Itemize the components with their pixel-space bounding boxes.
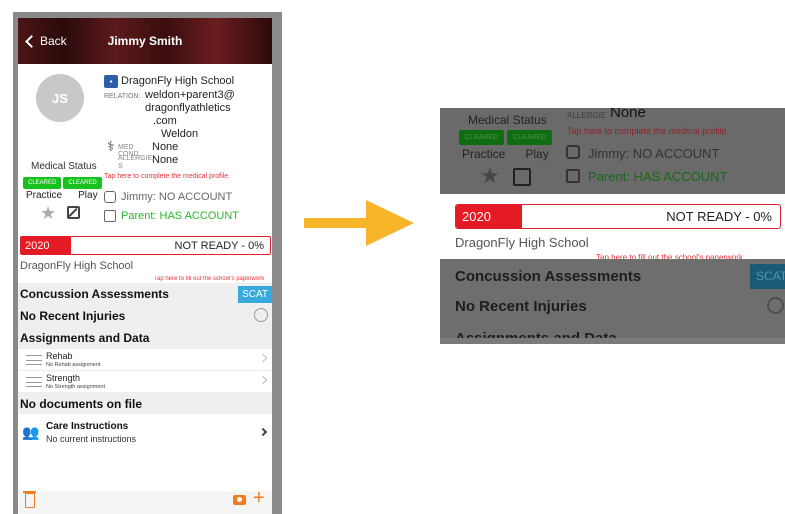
athlete-account-status: Jimmy: NO ACCOUNT xyxy=(121,191,233,203)
assignments-title: Assignments and Data xyxy=(20,331,150,345)
play-status-badge: CLEARED xyxy=(63,177,102,189)
allergies-label: ALLERGIE S xyxy=(118,155,153,170)
scat-button[interactable]: SCAT xyxy=(750,264,785,289)
phone-frame: Back Jimmy Smith JS ▪ DragonFly High Sch… xyxy=(13,12,282,514)
school-paperwork-link[interactable]: Tap here to fill out the school's paperw… xyxy=(596,253,743,259)
camera-icon[interactable] xyxy=(233,495,246,505)
care-title: Care Instructions xyxy=(46,421,129,432)
timer-icon[interactable] xyxy=(254,308,268,322)
parent-account-status: Parent: HAS ACCOUNT xyxy=(121,210,239,222)
play-label: Play xyxy=(78,190,98,201)
clearance-labels: Practice Play xyxy=(462,147,549,161)
edit-icon[interactable] xyxy=(513,168,531,186)
allergies-label: ALLERGIE xyxy=(567,111,607,120)
concussion-section-header: Concussion Assessments SCAT xyxy=(18,283,272,305)
concussion-title: Concussion Assessments xyxy=(20,287,169,301)
relation-line: weldon+parent3@ xyxy=(145,89,235,101)
avatar[interactable]: JS xyxy=(36,74,84,122)
page-title: Jimmy Smith xyxy=(107,34,183,48)
relation-line: .com xyxy=(153,115,177,127)
page: Back Jimmy Smith JS ▪ DragonFly High Sch… xyxy=(0,0,785,514)
arrow-icon xyxy=(304,200,414,246)
care-instructions-row[interactable]: 👥 Care Instructions No current instructi… xyxy=(18,414,272,450)
menu-lines-icon xyxy=(26,355,42,365)
panel-edge xyxy=(440,338,785,344)
athlete-account-status: Jimmy: NO ACCOUNT xyxy=(588,146,720,161)
assignment-row-rehab[interactable]: Rehab No Rehab assignment xyxy=(18,349,272,371)
injuries-section-header: No Recent Injuries xyxy=(18,305,272,327)
readiness-progress-bar[interactable]: 2020 NOT READY - 0% xyxy=(455,204,781,229)
clearance-labels: Practice Play xyxy=(26,190,106,201)
complete-medical-profile-link[interactable]: Tap here to complete the medical profile… xyxy=(104,173,230,180)
clearance-badges: CLEARED CLEARED xyxy=(23,177,102,189)
practice-label: Practice xyxy=(462,147,506,161)
star-icon[interactable]: ★ xyxy=(40,203,56,224)
relation-line: Weldon xyxy=(161,128,199,140)
readiness-status: NOT READY - 0% xyxy=(174,240,264,252)
relation-value: weldon+parent3@ dragonflyathletics .com … xyxy=(145,89,235,141)
menu-lines-icon xyxy=(26,377,42,387)
documents-title: No documents on file xyxy=(20,397,143,411)
nav-bar: Back Jimmy Smith xyxy=(18,18,272,64)
care-people-icon: 👥 xyxy=(22,424,40,440)
relation-line: dragonflyathletics xyxy=(145,102,231,114)
readiness-year: 2020 xyxy=(25,240,50,252)
plus-icon[interactable]: + xyxy=(253,488,265,508)
school-name: DragonFly High School xyxy=(121,75,235,87)
caduceus-icon: ⚕ xyxy=(107,138,115,154)
relation-label: RELATION: xyxy=(104,93,141,100)
allergies-value: None xyxy=(610,108,646,121)
documents-section-header: No documents on file xyxy=(18,393,272,414)
phone-screen: Back Jimmy Smith JS ▪ DragonFly High Sch… xyxy=(18,18,272,514)
zoomed-detail-panel: Medical Status ALLERGIE None Tap here to… xyxy=(440,108,785,344)
assignment-subtitle: No Rehab assignment xyxy=(46,362,101,368)
school-paperwork-link[interactable]: Tap here to fill out the school's paperw… xyxy=(154,276,272,282)
trash-icon[interactable] xyxy=(23,491,36,508)
chevron-right-icon xyxy=(258,375,268,385)
practice-status-badge: CLEARED xyxy=(459,130,505,145)
phone-icon xyxy=(104,191,116,203)
injuries-title: No Recent Injuries xyxy=(20,309,126,323)
care-subtitle: No current instructions xyxy=(46,434,137,444)
phone-icon xyxy=(566,145,580,159)
phone-icon xyxy=(104,210,116,222)
zoomed-highlight: 2020 NOT READY - 0% DragonFly High Schoo… xyxy=(440,194,785,259)
bottom-toolbar: + xyxy=(18,488,272,514)
zoomed-dimmed-header: Medical Status ALLERGIE None Tap here to… xyxy=(440,108,785,194)
school-line: DragonFly High School xyxy=(455,235,589,250)
clearance-badges: CLEARED CLEARED xyxy=(459,130,553,145)
readiness-year: 2020 xyxy=(462,209,491,224)
scat-button[interactable]: SCAT xyxy=(238,286,272,303)
school-line: DragonFly High School xyxy=(20,260,134,272)
assignment-row-strength[interactable]: Strength No Strength assignment xyxy=(18,371,272,393)
readiness-progress-bar[interactable]: 2020 NOT READY - 0% xyxy=(20,236,271,255)
allergies-value: None xyxy=(152,154,179,166)
medical-status-label: Medical Status xyxy=(31,161,97,172)
assignments-section-header: Assignments and Data xyxy=(18,327,272,349)
practice-label: Practice xyxy=(26,190,63,201)
play-label: Play xyxy=(525,147,549,161)
assignment-title: Rehab xyxy=(46,351,73,361)
practice-status-badge: CLEARED xyxy=(23,177,62,189)
play-status-badge: CLEARED xyxy=(507,130,553,145)
edit-icon[interactable] xyxy=(67,206,80,219)
chevron-right-icon xyxy=(258,353,268,363)
timer-icon[interactable] xyxy=(767,297,784,314)
parent-account-status: Parent: HAS ACCOUNT xyxy=(588,169,728,184)
assignment-title: Strength xyxy=(46,373,81,383)
assignment-subtitle: No Strength assignment xyxy=(46,384,106,390)
injuries-title: No Recent Injuries xyxy=(455,298,587,315)
complete-medical-profile-link[interactable]: Tap here to complete the medical profile… xyxy=(567,126,729,136)
concussion-title: Concussion Assessments xyxy=(455,268,642,285)
medical-status-label: Medical Status xyxy=(468,113,547,127)
med-cond-value: None xyxy=(152,141,179,153)
phone-icon xyxy=(566,169,580,183)
readiness-status: NOT READY - 0% xyxy=(666,209,772,224)
chevron-right-icon xyxy=(258,427,268,437)
star-icon[interactable]: ★ xyxy=(480,163,500,189)
school-icon: ▪ xyxy=(104,75,118,88)
